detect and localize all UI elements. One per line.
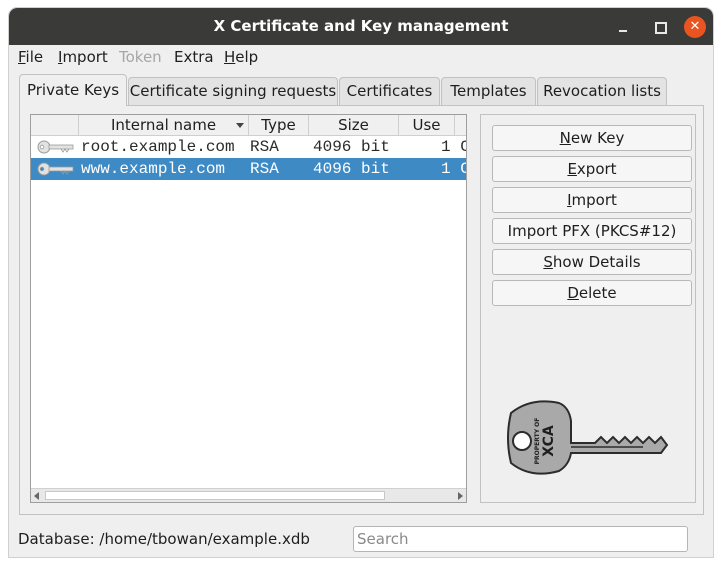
window-title: X Certificate and Key management xyxy=(213,17,509,35)
column-header-type[interactable]: Type xyxy=(249,115,309,136)
table-row[interactable]: root.example.com RSA 4096 bit 1 C xyxy=(31,136,466,158)
key-stamp-line1: PROPERTY OF xyxy=(534,418,541,465)
key-name: www.example.com xyxy=(81,160,226,178)
scroll-right-icon[interactable] xyxy=(458,492,463,500)
column-header-more[interactable] xyxy=(455,115,466,136)
key-size: 4096 bit xyxy=(313,160,390,178)
key-icon xyxy=(37,140,74,154)
key-list[interactable]: Internal name Type Size Use root.example… xyxy=(30,114,467,503)
export-button[interactable]: Export xyxy=(492,156,692,182)
tab-templates[interactable]: Templates xyxy=(441,77,536,105)
key-use: 1 C xyxy=(441,138,466,156)
tab-revocation-lists[interactable]: Revocation lists xyxy=(537,77,667,105)
private-keys-panel: Internal name Type Size Use root.example… xyxy=(19,105,704,515)
table-row[interactable]: www.example.com RSA 4096 bit 1 C xyxy=(31,158,466,180)
show-details-button[interactable]: Show Details xyxy=(492,249,692,275)
title-bar[interactable]: X Certificate and Key management ✕ xyxy=(9,8,713,45)
column-header-internal-name[interactable]: Internal name xyxy=(79,115,249,136)
close-icon[interactable]: ✕ xyxy=(684,16,706,38)
search-input[interactable] xyxy=(353,526,688,552)
key-type: RSA xyxy=(250,160,279,178)
column-header-use[interactable]: Use xyxy=(399,115,455,136)
tab-private-keys[interactable]: Private Keys xyxy=(19,74,127,106)
menu-help[interactable]: Help xyxy=(224,48,258,66)
scroll-left-icon[interactable] xyxy=(34,492,39,500)
menu-import[interactable]: Import xyxy=(58,48,108,66)
xca-key-logo: PROPERTY OF XCA xyxy=(507,400,669,475)
menu-file[interactable]: File xyxy=(18,48,43,66)
minimize-icon[interactable] xyxy=(612,16,634,38)
database-path: Database: /home/tbowan/example.xdb xyxy=(18,530,310,548)
menu-bar: File Import Token Extra Help xyxy=(9,45,713,69)
maximize-icon[interactable] xyxy=(649,16,671,38)
column-header-icon[interactable] xyxy=(31,115,79,136)
new-key-button[interactable]: New Key xyxy=(492,125,692,151)
tab-certificates[interactable]: Certificates xyxy=(339,77,440,105)
sort-descending-icon xyxy=(236,123,244,128)
import-button[interactable]: Import xyxy=(492,187,692,213)
key-use: 1 C xyxy=(441,160,466,178)
horizontal-scrollbar[interactable] xyxy=(31,488,466,502)
key-stamp-line2: XCA xyxy=(541,425,557,457)
key-icon xyxy=(37,162,74,176)
scrollbar-thumb[interactable] xyxy=(45,491,385,500)
key-type: RSA xyxy=(250,138,279,156)
delete-button[interactable]: Delete xyxy=(492,280,692,306)
column-header-size[interactable]: Size xyxy=(309,115,399,136)
import-pfx-button[interactable]: Import PFX (PKCS#12) xyxy=(492,218,692,244)
main-window: X Certificate and Key management ✕ File … xyxy=(9,8,713,557)
tab-certificate-signing-requests[interactable]: Certificate signing requests xyxy=(128,77,338,105)
key-name: root.example.com xyxy=(81,138,235,156)
key-size: 4096 bit xyxy=(313,138,390,156)
action-panel: New Key Export Import Import PFX (PKCS#1… xyxy=(480,114,696,503)
menu-token: Token xyxy=(119,48,162,66)
menu-extra[interactable]: Extra xyxy=(174,48,214,66)
